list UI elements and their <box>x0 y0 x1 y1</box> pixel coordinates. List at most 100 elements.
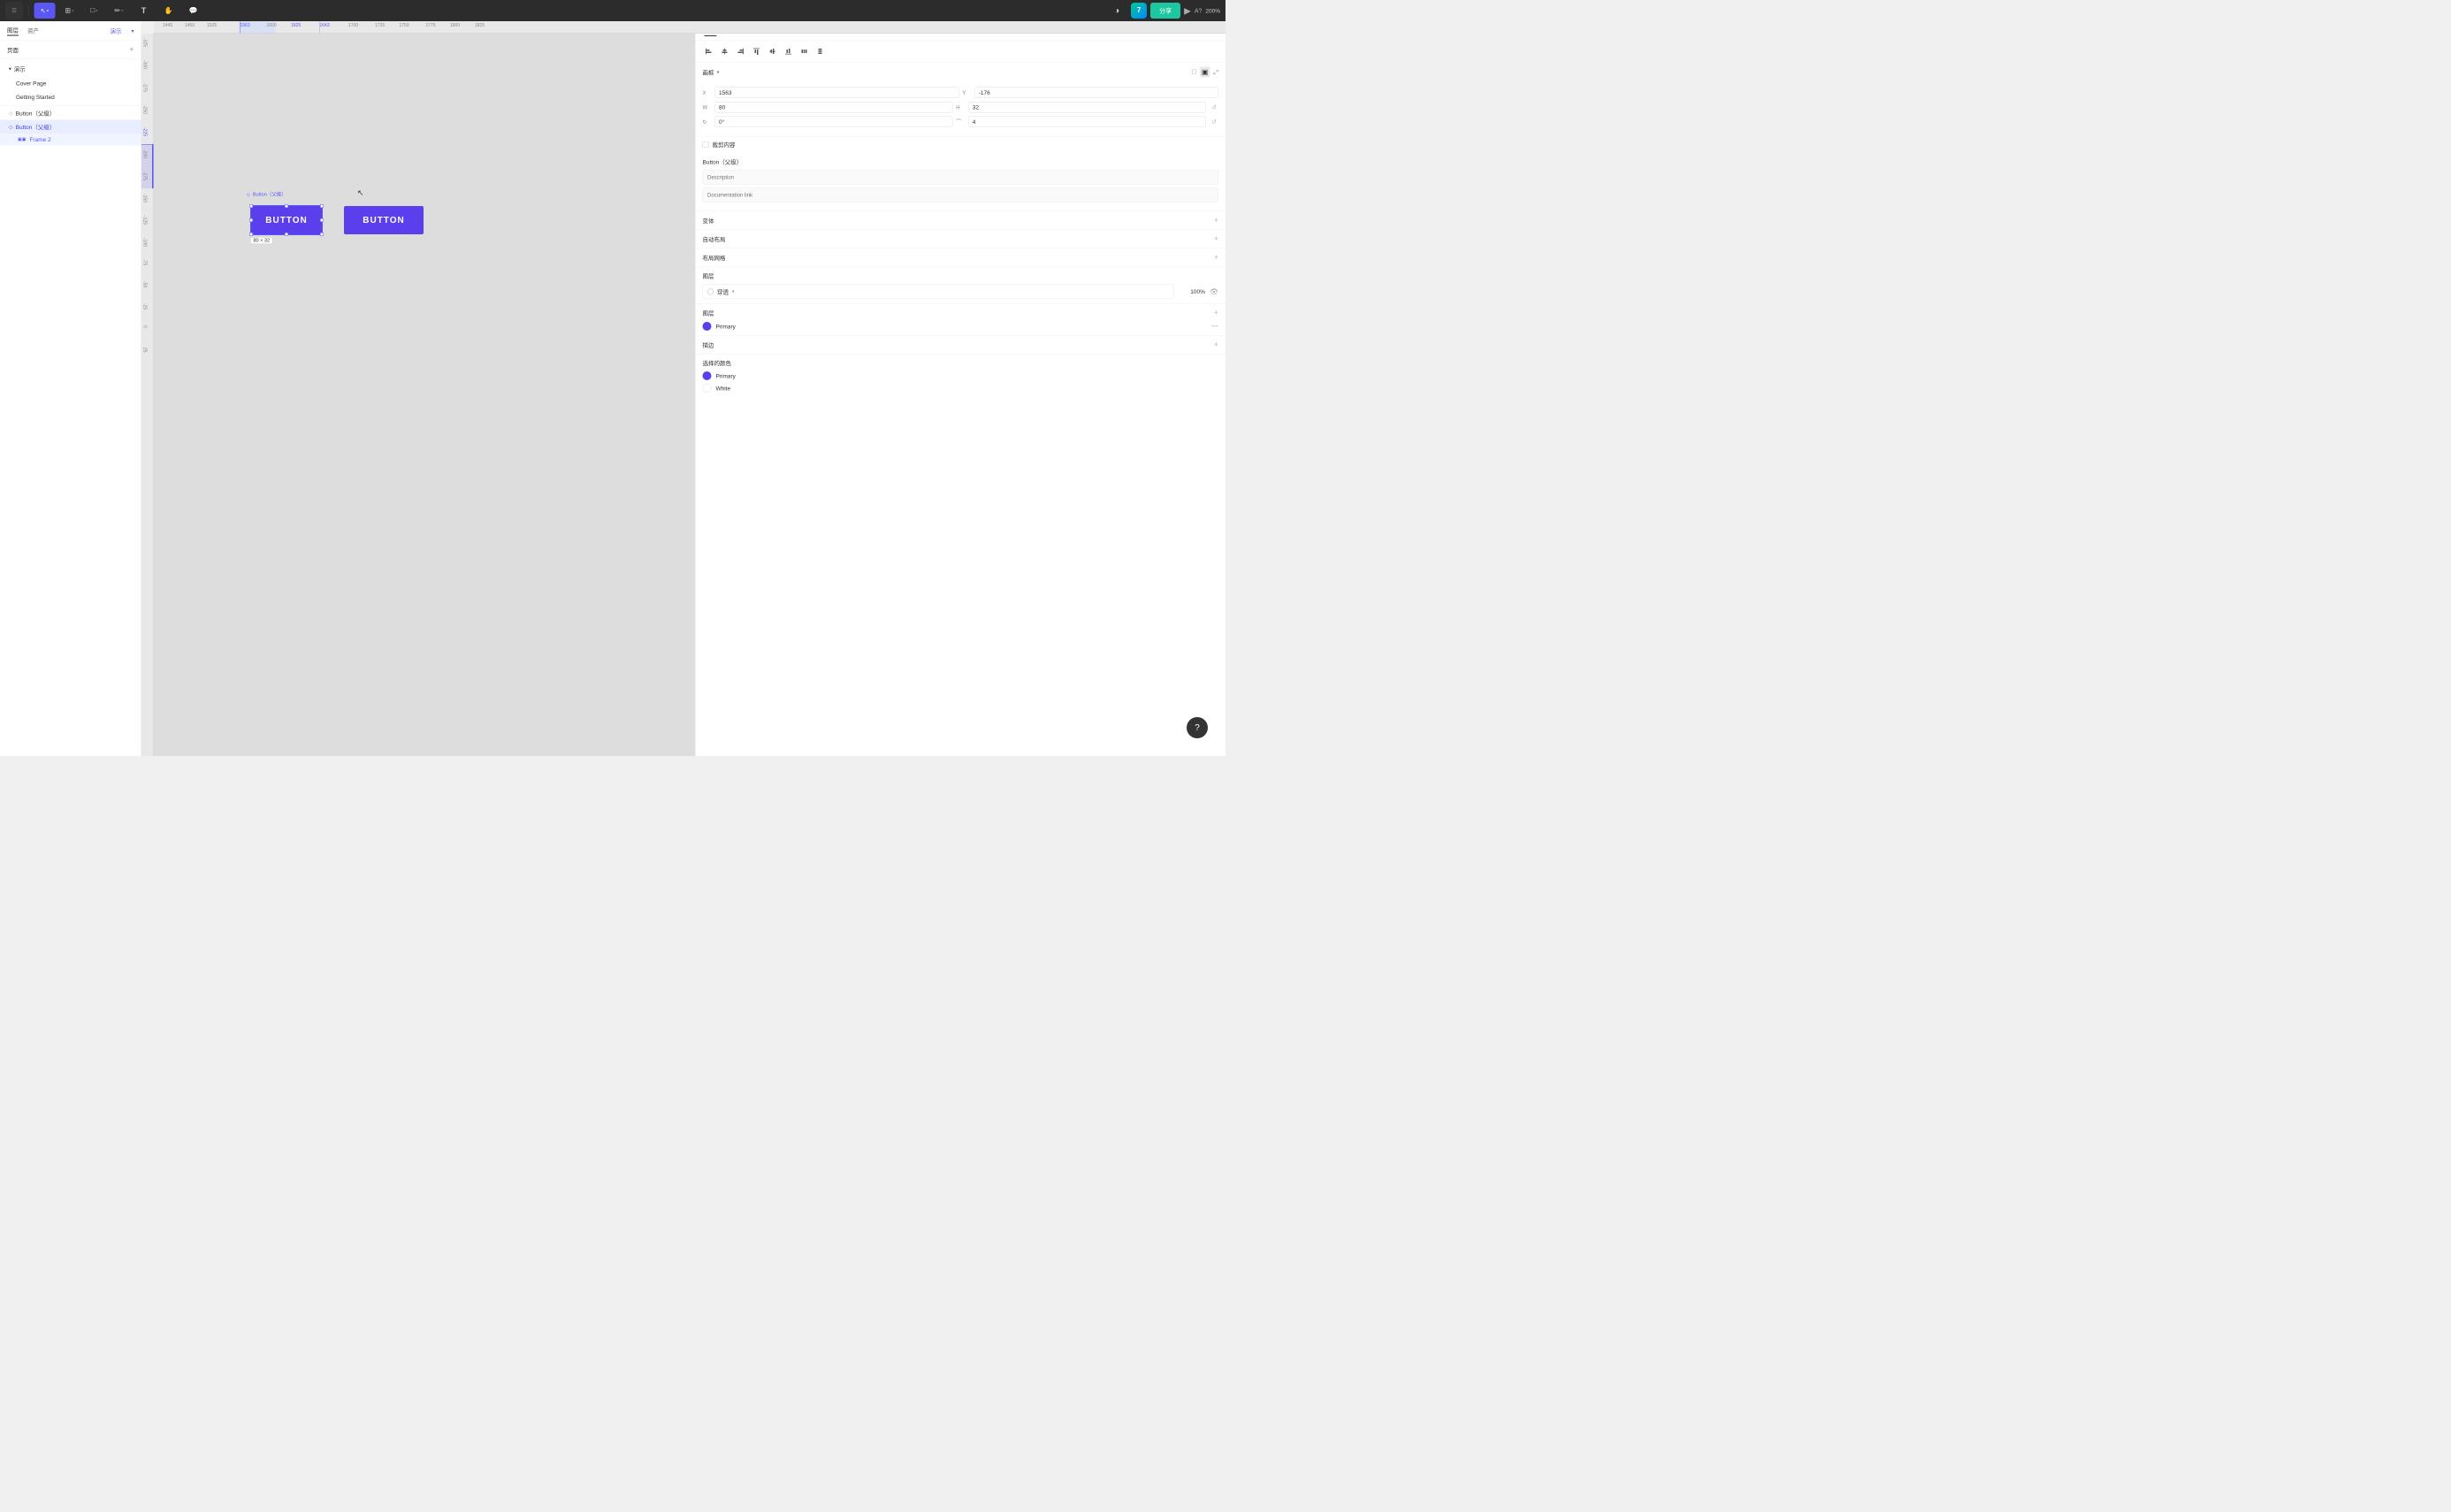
stroke-header: 描边 + <box>703 340 1219 350</box>
grid-title: 布局网格 <box>703 254 726 263</box>
x-input[interactable] <box>715 88 959 99</box>
page-item-getting-started[interactable]: Getting Started <box>0 90 141 104</box>
ruler-tick-v--275: -275 <box>142 83 148 92</box>
ruler-tick-v--25: -25 <box>142 303 148 309</box>
page-item-cover[interactable]: Cover Page <box>0 77 141 91</box>
align-center-h-button[interactable] <box>719 45 731 57</box>
documentation-link-input[interactable] <box>703 188 1219 202</box>
canvas-area[interactable]: ◇ Button（父级） BUTTON 80 × 32 BUTTON ↖ <box>154 34 695 756</box>
align-bottom-button[interactable] <box>783 45 795 57</box>
text-tool[interactable]: T <box>134 3 155 19</box>
clip-checkbox[interactable] <box>703 141 709 148</box>
add-page-button[interactable]: + <box>129 45 134 55</box>
corner-options-button[interactable]: ↺ <box>1210 118 1218 126</box>
rotation-corner-row: ↻ ⌒ ↺ <box>703 117 1219 128</box>
frame-icon-2[interactable]: ▣ <box>1200 67 1210 78</box>
layer-item-button-parent-1[interactable]: ◇ Button（父级） <box>0 106 141 120</box>
help-toolbar-button[interactable]: A? <box>1195 7 1203 14</box>
sel-color-white-swatch[interactable] <box>703 384 712 393</box>
ruler-tick-v--325: -325 <box>142 38 148 47</box>
align-top-button[interactable] <box>751 45 763 57</box>
frame-dropdown-icon[interactable]: ▾ <box>717 69 720 75</box>
add-stroke-button[interactable]: + <box>1214 340 1218 350</box>
app-logo[interactable]: ☰ <box>5 2 23 19</box>
layer-item-button-parent-2[interactable]: ◇ Button（父级） <box>0 120 141 134</box>
remove-fill-button[interactable]: — <box>1211 323 1218 331</box>
toolbar-separator <box>28 5 29 16</box>
left-panel: 图层 资产 演示 ▾ 页面 + ▾ 演示 Cover Page Getting … <box>0 21 141 756</box>
frame-icon-1[interactable]: □ <box>1192 68 1196 76</box>
ruler-tick-1445: 1445 <box>163 23 172 28</box>
sel-color-white-label: White <box>716 385 731 392</box>
theme-toggle[interactable]: ◑ <box>1106 3 1127 19</box>
frame-dropdown-icon[interactable]: ▾ <box>72 8 74 13</box>
align-middle-button[interactable] <box>767 45 779 57</box>
ruler-tick-v--75: -75 <box>142 259 148 265</box>
select-dropdown-icon[interactable]: ▾ <box>47 8 50 13</box>
stroke-section: 描边 + <box>696 336 1226 355</box>
zoom-level: 200% <box>1205 7 1220 14</box>
stroke-title: 描边 <box>703 340 714 349</box>
rotation-input[interactable] <box>715 117 953 128</box>
ruler-tick-1775: 1775 <box>426 23 436 28</box>
layer-title: 图层 <box>703 271 1219 280</box>
fill-color-swatch[interactable] <box>703 322 712 331</box>
ruler-tick-v--225: -225 <box>142 127 148 136</box>
canvas-button-1[interactable]: BUTTON <box>251 206 322 234</box>
shape-dropdown-icon[interactable]: ▾ <box>95 8 98 13</box>
opacity-value[interactable]: 100% <box>1179 288 1205 295</box>
blend-mode-selector[interactable]: 穿透 ▾ <box>703 285 1174 300</box>
canvas-button-2[interactable]: BUTTON <box>344 206 424 234</box>
button2-text: BUTTON <box>363 215 404 225</box>
auto-layout-title: 自动布局 <box>703 235 726 244</box>
alignment-row <box>696 41 1226 63</box>
help-button[interactable]: ? <box>1187 717 1208 738</box>
presentation-label[interactable]: 演示 <box>110 27 121 35</box>
shape-tool[interactable]: □ ▾ <box>84 3 105 19</box>
lock-ratio-button[interactable]: ↺ <box>1210 103 1218 111</box>
ruler-tick-1450: 1450 <box>185 23 195 28</box>
ruler-tick-1525: 1525 <box>207 23 217 28</box>
comment-icon: 💬 <box>189 6 198 15</box>
blend-dropdown-icon[interactable]: ▾ <box>732 289 735 294</box>
presentation-dropdown[interactable]: ▾ <box>131 27 134 34</box>
align-left-button[interactable] <box>703 45 715 57</box>
w-input[interactable] <box>715 102 953 113</box>
add-fill-button[interactable]: + <box>1214 309 1218 318</box>
frame-tool[interactable]: ⊞ ▾ <box>59 3 80 19</box>
pages-section-header: 页面 + <box>0 41 141 59</box>
sel-color-primary-label: Primary <box>716 372 736 379</box>
page-label-presentation: 演示 <box>14 65 26 73</box>
visibility-toggle[interactable]: 👁 <box>1210 287 1218 296</box>
frame-icon: ⊞ <box>65 6 71 15</box>
comment-tool[interactable]: 💬 <box>183 3 204 19</box>
align-right-button[interactable] <box>735 45 747 57</box>
frame-expand-icon[interactable]: ⤢ <box>1213 68 1218 76</box>
distribute-h-button[interactable] <box>798 45 811 57</box>
distribute-v-button[interactable] <box>814 45 827 57</box>
tab-assets[interactable]: 资产 <box>27 27 39 36</box>
pen-tool[interactable]: ✏ ▾ <box>109 3 130 19</box>
corner-input[interactable] <box>968 117 1206 128</box>
select-tool[interactable]: ↖ ▾ <box>34 3 56 19</box>
pages-title: 页面 <box>7 46 19 55</box>
hand-tool[interactable]: ✋ <box>158 3 179 19</box>
play-button[interactable]: ▶ <box>1184 5 1191 17</box>
layer-item-frame2[interactable]: ▣▣ Frame 2 <box>0 134 141 146</box>
add-variant-button[interactable]: + <box>1214 216 1218 225</box>
h-input[interactable] <box>968 102 1206 113</box>
ruler-tick-1563: 1563 <box>241 23 250 28</box>
sel-color-primary-swatch[interactable] <box>703 371 712 380</box>
add-grid-button[interactable]: + <box>1214 253 1218 263</box>
frame-title: 画框 ▾ <box>703 68 720 77</box>
pen-dropdown-icon[interactable]: ▾ <box>121 8 124 13</box>
share-button[interactable]: 分享 <box>1150 3 1180 19</box>
y-input[interactable] <box>974 88 1218 99</box>
tab-layers[interactable]: 图层 <box>7 26 19 36</box>
variants-title: 变体 <box>703 217 714 225</box>
add-auto-layout-button[interactable]: + <box>1214 234 1218 244</box>
fill-header: 图层 + <box>703 309 1219 318</box>
fill-title: 图层 <box>703 309 714 317</box>
description-input[interactable] <box>703 171 1219 185</box>
page-item-presentation[interactable]: ▾ 演示 <box>0 61 141 77</box>
